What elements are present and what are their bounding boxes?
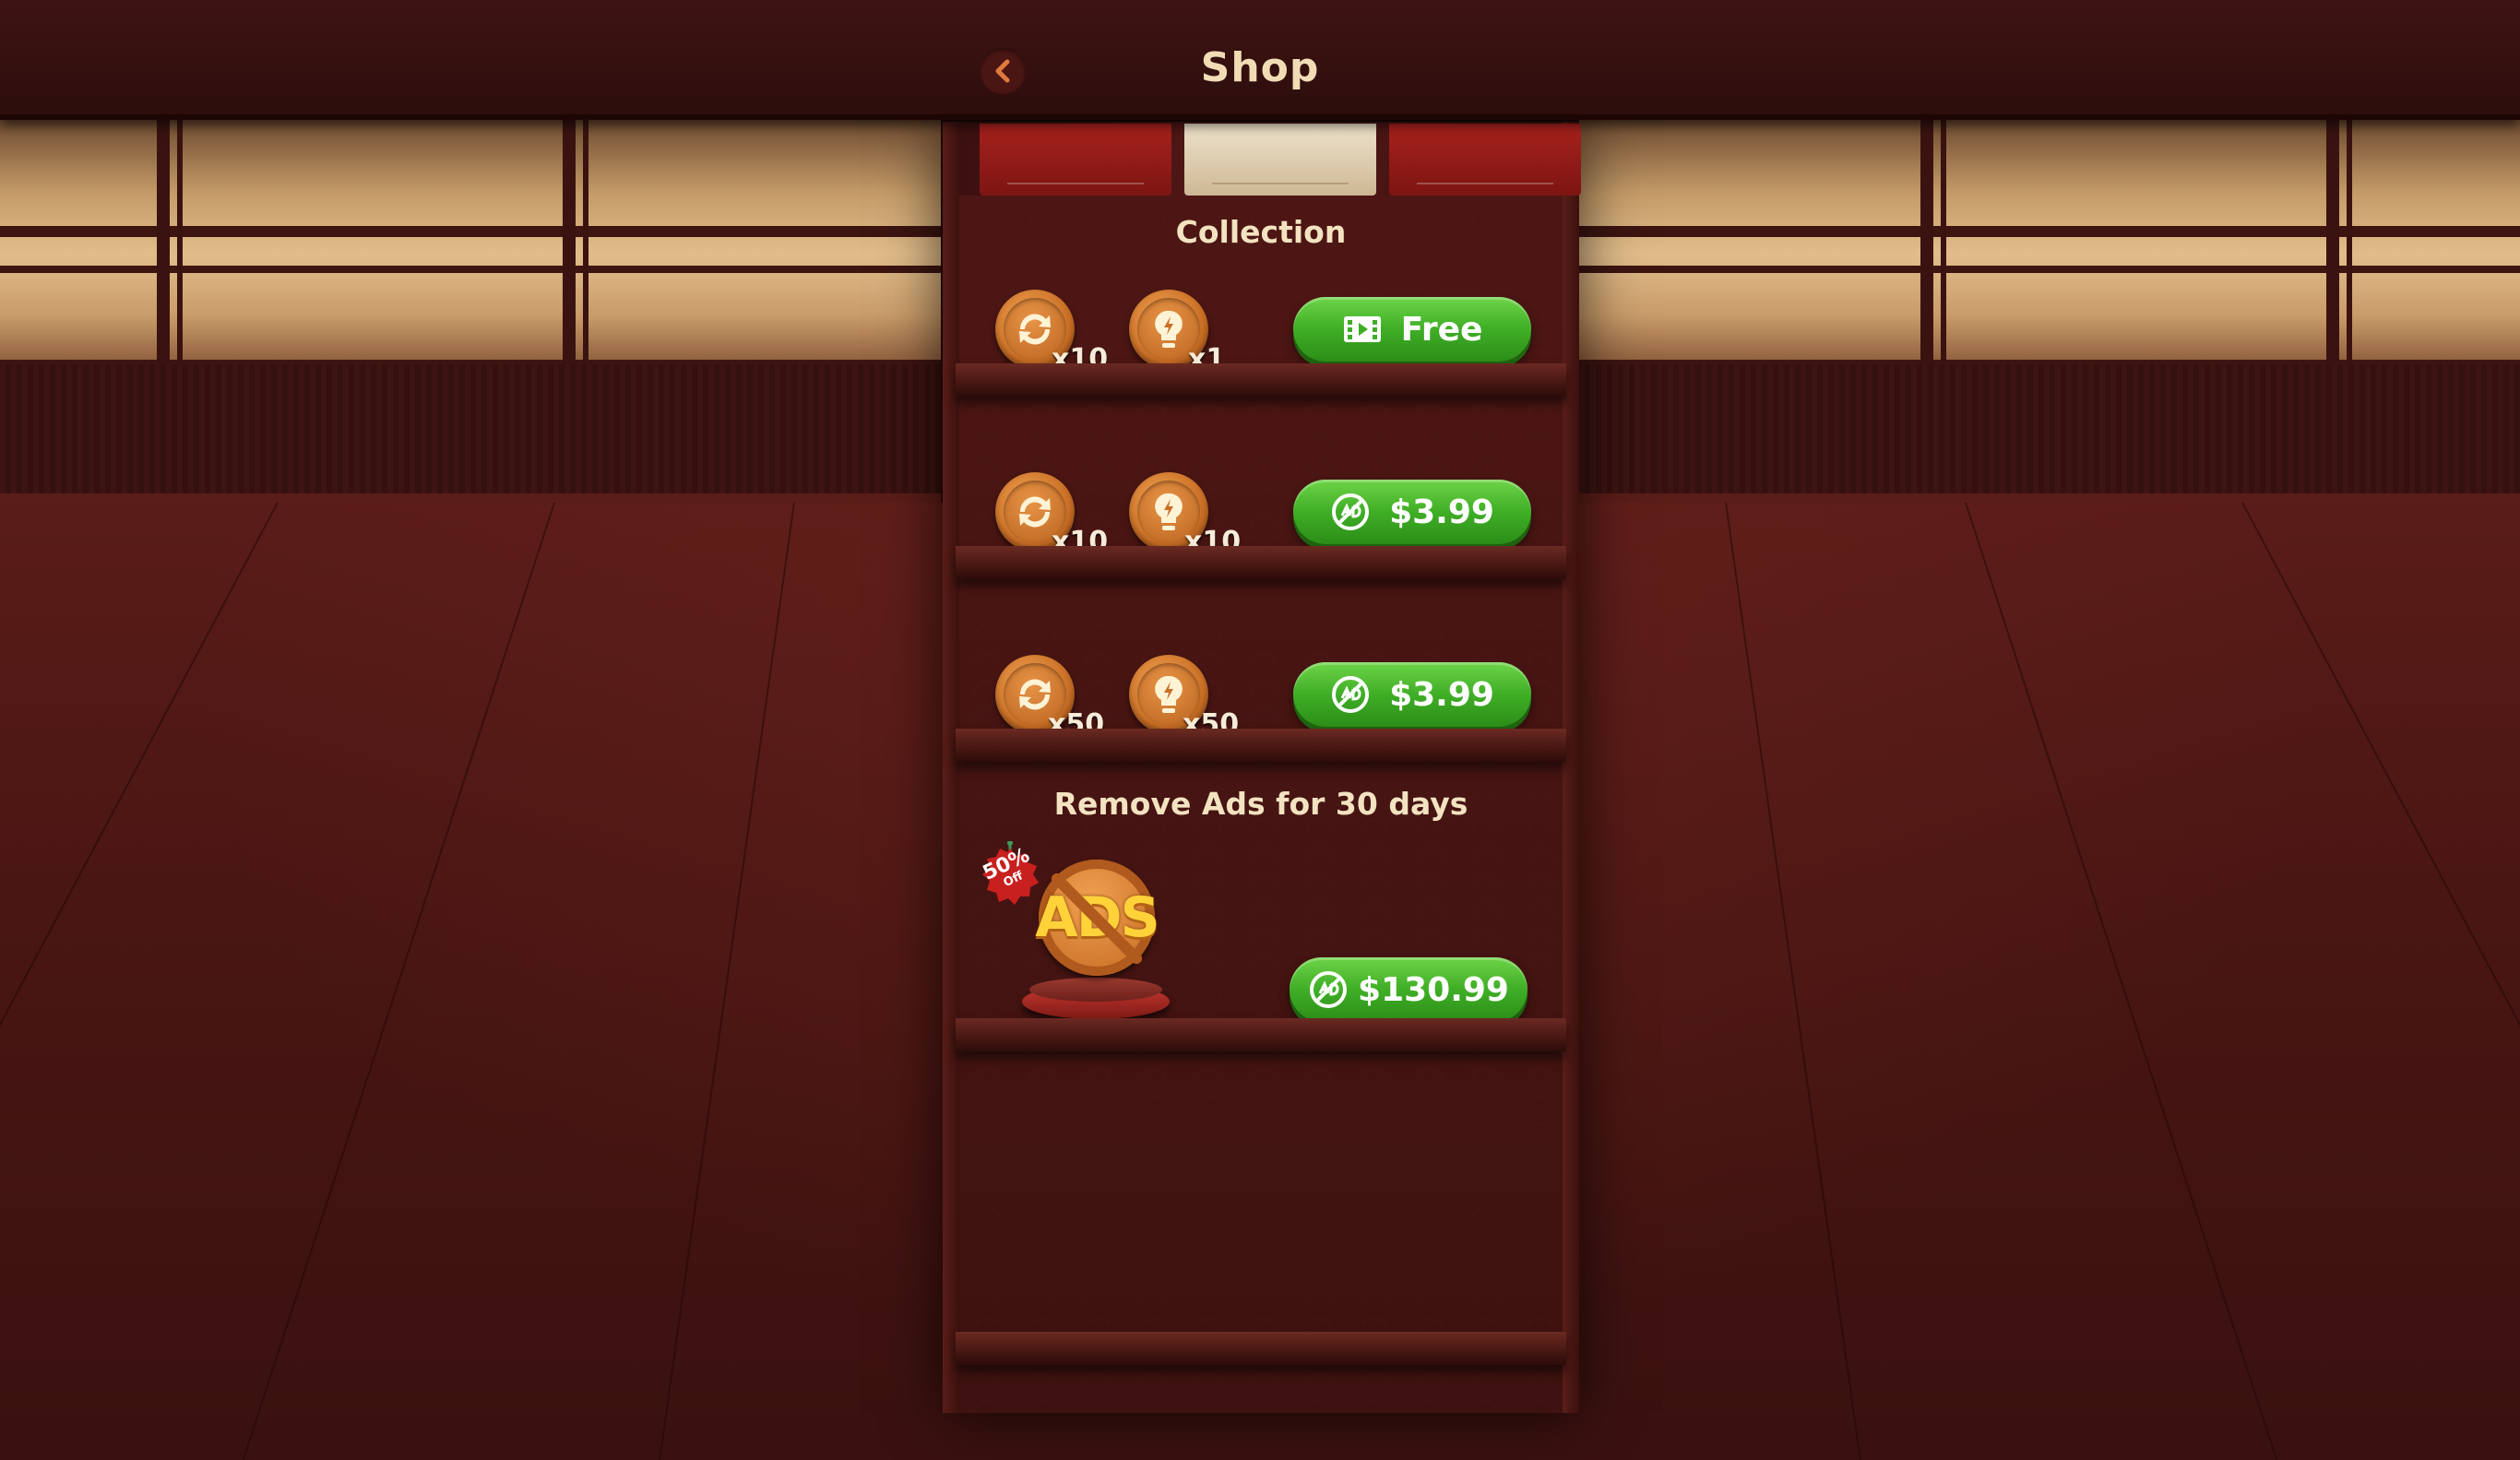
button-label: $3.99: [1389, 493, 1494, 531]
tab-ornament: [1417, 183, 1553, 184]
wainscot-left: [0, 364, 941, 503]
baseboard: [1579, 493, 2520, 503]
tab-ornament: [1007, 183, 1144, 184]
buy-offer-button[interactable]: $3.99: [1293, 662, 1531, 727]
wall-panel-right: [1579, 120, 2520, 364]
wall-post: [1941, 120, 1946, 369]
tab-category-3[interactable]: [1389, 124, 1581, 196]
shelf-board: [956, 546, 1566, 579]
shop-shelf: Collection x10 x1 Free x10 x10 $3.99 x50…: [943, 122, 1581, 1413]
wall-post: [583, 120, 588, 369]
wall-panel-left: [0, 120, 941, 364]
back-button[interactable]: [980, 48, 1026, 94]
category-tabs: [961, 124, 1581, 196]
shelf-side-right: [1563, 122, 1579, 1413]
tab-category-1[interactable]: [980, 124, 1171, 196]
shelf-board: [956, 1332, 1566, 1365]
wall-post: [2347, 120, 2352, 369]
remove-ads-buy-button[interactable]: $130.99: [1290, 957, 1527, 1022]
no-ads-icon: [1330, 674, 1371, 715]
tab-category-2[interactable]: [1184, 124, 1376, 196]
shop-scene: Shop Collection x10 x1 Free x10 x10 $3.9…: [0, 0, 2520, 1460]
button-label: Free: [1400, 310, 1483, 349]
remove-ads-graphic: ADS 50% Off: [976, 823, 1170, 1026]
tab-ornament: [1212, 183, 1349, 184]
remove-ads-offer: ADS 50% Off: [943, 823, 1579, 1136]
button-label: $130.99: [1358, 970, 1509, 1009]
page-title: Shop: [1200, 44, 1320, 91]
remove-ads-title: Remove Ads for 30 days: [1053, 786, 1468, 822]
button-label: $3.99: [1389, 675, 1494, 714]
wall-rail: [0, 266, 941, 273]
lightbulb-icon: [1155, 310, 1183, 348]
shelf-board: [956, 729, 1566, 762]
wall-rail: [0, 226, 941, 237]
shelf-side-left: [943, 122, 959, 1413]
wall-rail: [1579, 226, 2520, 237]
pedestal-top: [1029, 978, 1162, 1002]
no-ads-icon: [1330, 492, 1371, 532]
buy-offer-button[interactable]: $3.99: [1293, 480, 1531, 544]
shelf-board: [956, 1018, 1566, 1051]
top-bar-divider: [0, 114, 2520, 120]
chevron-left-icon: [995, 59, 1010, 83]
free-offer-button[interactable]: Free: [1293, 297, 1531, 362]
no-ads-icon: [1308, 969, 1349, 1010]
baseboard: [0, 493, 941, 503]
wainscot-right: [1579, 364, 2520, 503]
top-bar: Shop: [0, 0, 2520, 120]
shelf-board: [956, 363, 1566, 397]
video-ad-icon: [1342, 309, 1383, 350]
collection-title: Collection: [1175, 214, 1347, 250]
wall-post: [177, 120, 183, 369]
wall-rail: [1579, 266, 2520, 273]
